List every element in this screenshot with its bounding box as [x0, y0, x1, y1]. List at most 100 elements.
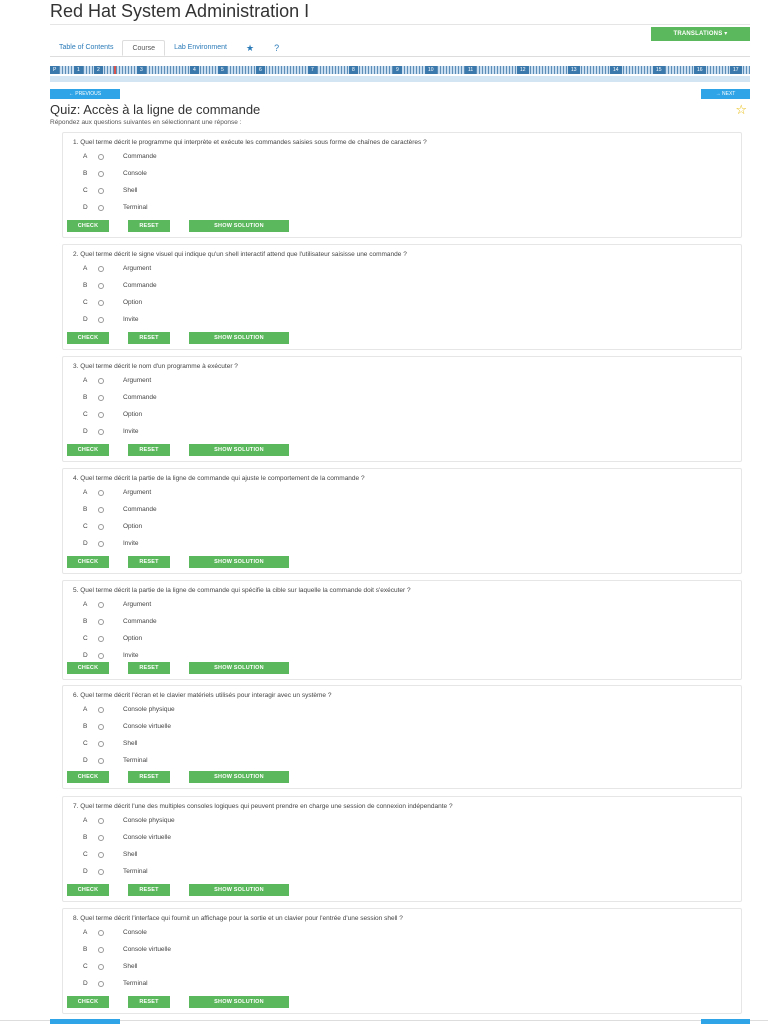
tab-help-icon[interactable]: ?: [264, 40, 289, 56]
radio-button[interactable]: [98, 835, 104, 841]
reset-button[interactable]: RESET: [128, 220, 170, 232]
radio-button[interactable]: [98, 741, 104, 747]
progress-section-6[interactable]: 6: [256, 66, 265, 74]
radio-button[interactable]: [98, 395, 104, 401]
radio-button[interactable]: [98, 490, 104, 496]
answer-option-b[interactable]: B Console virtuelle: [83, 723, 383, 733]
radio-button[interactable]: [98, 171, 104, 177]
radio-button[interactable]: [98, 947, 104, 953]
answer-option-d[interactable]: D Terminal: [83, 868, 383, 878]
progress-section-13[interactable]: 13: [568, 66, 580, 74]
radio-button[interactable]: [98, 636, 104, 642]
radio-button[interactable]: [98, 507, 104, 513]
radio-button[interactable]: [98, 541, 104, 547]
check-button[interactable]: CHECK: [67, 556, 109, 568]
check-button[interactable]: CHECK: [67, 662, 109, 674]
tab-course[interactable]: Course: [122, 40, 166, 56]
answer-option-c[interactable]: C Shell: [83, 740, 383, 750]
check-button[interactable]: CHECK: [67, 444, 109, 456]
progress-section-10[interactable]: 10: [425, 66, 437, 74]
answer-option-a[interactable]: A Commande: [83, 153, 383, 163]
radio-button[interactable]: [98, 154, 104, 160]
progress-section-p[interactable]: P: [50, 66, 60, 74]
answer-option-d[interactable]: D Terminal: [83, 757, 383, 767]
radio-button[interactable]: [98, 852, 104, 858]
progress-section-16[interactable]: 16: [694, 66, 706, 74]
answer-option-d[interactable]: D Terminal: [83, 204, 383, 214]
radio-button[interactable]: [98, 818, 104, 824]
show-solution-button[interactable]: SHOW SOLUTION: [189, 444, 289, 456]
check-button[interactable]: CHECK: [67, 771, 109, 783]
show-solution-button[interactable]: SHOW SOLUTION: [189, 332, 289, 344]
tab-favorites-star-icon[interactable]: ★: [236, 40, 264, 56]
answer-option-d[interactable]: D Invite: [83, 540, 383, 550]
answer-option-b[interactable]: B Commande: [83, 394, 383, 404]
radio-button[interactable]: [98, 300, 104, 306]
radio-button[interactable]: [98, 758, 104, 764]
radio-button[interactable]: [98, 317, 104, 323]
radio-button[interactable]: [98, 724, 104, 730]
progress-section-3[interactable]: 3: [137, 66, 146, 74]
tab-table-of-contents[interactable]: Table of Contents: [50, 40, 122, 56]
answer-option-d[interactable]: D Invite: [83, 428, 383, 438]
answer-option-c[interactable]: C Option: [83, 411, 383, 421]
radio-button[interactable]: [98, 524, 104, 530]
radio-button[interactable]: [98, 378, 104, 384]
radio-button[interactable]: [98, 188, 104, 194]
radio-button[interactable]: [98, 412, 104, 418]
answer-option-a[interactable]: A Argument: [83, 489, 383, 499]
answer-option-c[interactable]: C Shell: [83, 187, 383, 197]
progress-section-9[interactable]: 9: [393, 66, 402, 74]
answer-option-d[interactable]: D Terminal: [83, 980, 383, 990]
radio-button[interactable]: [98, 964, 104, 970]
progress-section-12[interactable]: 12: [517, 66, 529, 74]
previous-button[interactable]: ← PREVIOUS: [50, 89, 120, 99]
radio-button[interactable]: [98, 602, 104, 608]
progress-section-7[interactable]: 7: [308, 66, 317, 74]
progress-section-11[interactable]: 11: [465, 66, 477, 74]
answer-option-b[interactable]: B Console virtuelle: [83, 946, 383, 956]
progress-section-1[interactable]: 1: [74, 66, 83, 74]
reset-button[interactable]: RESET: [128, 662, 170, 674]
reset-button[interactable]: RESET: [128, 771, 170, 783]
answer-option-d[interactable]: D Invite: [83, 316, 383, 326]
show-solution-button[interactable]: SHOW SOLUTION: [189, 996, 289, 1008]
reset-button[interactable]: RESET: [128, 332, 170, 344]
answer-option-a[interactable]: A Console physique: [83, 706, 383, 716]
radio-button[interactable]: [98, 619, 104, 625]
tab-lab-environment[interactable]: Lab Environment: [165, 40, 236, 56]
progress-section-5[interactable]: 5: [218, 66, 227, 74]
answer-option-b[interactable]: B Commande: [83, 506, 383, 516]
answer-option-c[interactable]: C Option: [83, 299, 383, 309]
radio-button[interactable]: [98, 283, 104, 289]
reset-button[interactable]: RESET: [128, 884, 170, 896]
answer-option-a[interactable]: A Console physique: [83, 817, 383, 827]
progress-section-2[interactable]: 2: [94, 66, 103, 74]
radio-button[interactable]: [98, 930, 104, 936]
answer-option-a[interactable]: A Argument: [83, 265, 383, 275]
radio-button[interactable]: [98, 266, 104, 272]
answer-option-b[interactable]: B Commande: [83, 618, 383, 628]
answer-option-a[interactable]: A Console: [83, 929, 383, 939]
radio-button[interactable]: [98, 205, 104, 211]
show-solution-button[interactable]: SHOW SOLUTION: [189, 771, 289, 783]
check-button[interactable]: CHECK: [67, 332, 109, 344]
next-button[interactable]: → NEXT: [701, 89, 750, 99]
progress-section-15[interactable]: 15: [653, 66, 665, 74]
answer-option-c[interactable]: C Option: [83, 635, 383, 645]
reset-button[interactable]: RESET: [128, 556, 170, 568]
answer-option-d[interactable]: D Invite: [83, 652, 383, 662]
reset-button[interactable]: RESET: [128, 996, 170, 1008]
footer-previous-button[interactable]: [50, 1019, 120, 1024]
progress-section-17[interactable]: 17: [730, 66, 742, 74]
radio-button[interactable]: [98, 981, 104, 987]
show-solution-button[interactable]: SHOW SOLUTION: [189, 662, 289, 674]
show-solution-button[interactable]: SHOW SOLUTION: [189, 556, 289, 568]
bookmark-star-icon[interactable]: ☆: [735, 102, 747, 118]
answer-option-b[interactable]: B Commande: [83, 282, 383, 292]
show-solution-button[interactable]: SHOW SOLUTION: [189, 884, 289, 896]
answer-option-a[interactable]: A Argument: [83, 377, 383, 387]
progress-section-8[interactable]: 8: [349, 66, 358, 74]
show-solution-button[interactable]: SHOW SOLUTION: [189, 220, 289, 232]
footer-next-button[interactable]: [701, 1019, 750, 1024]
